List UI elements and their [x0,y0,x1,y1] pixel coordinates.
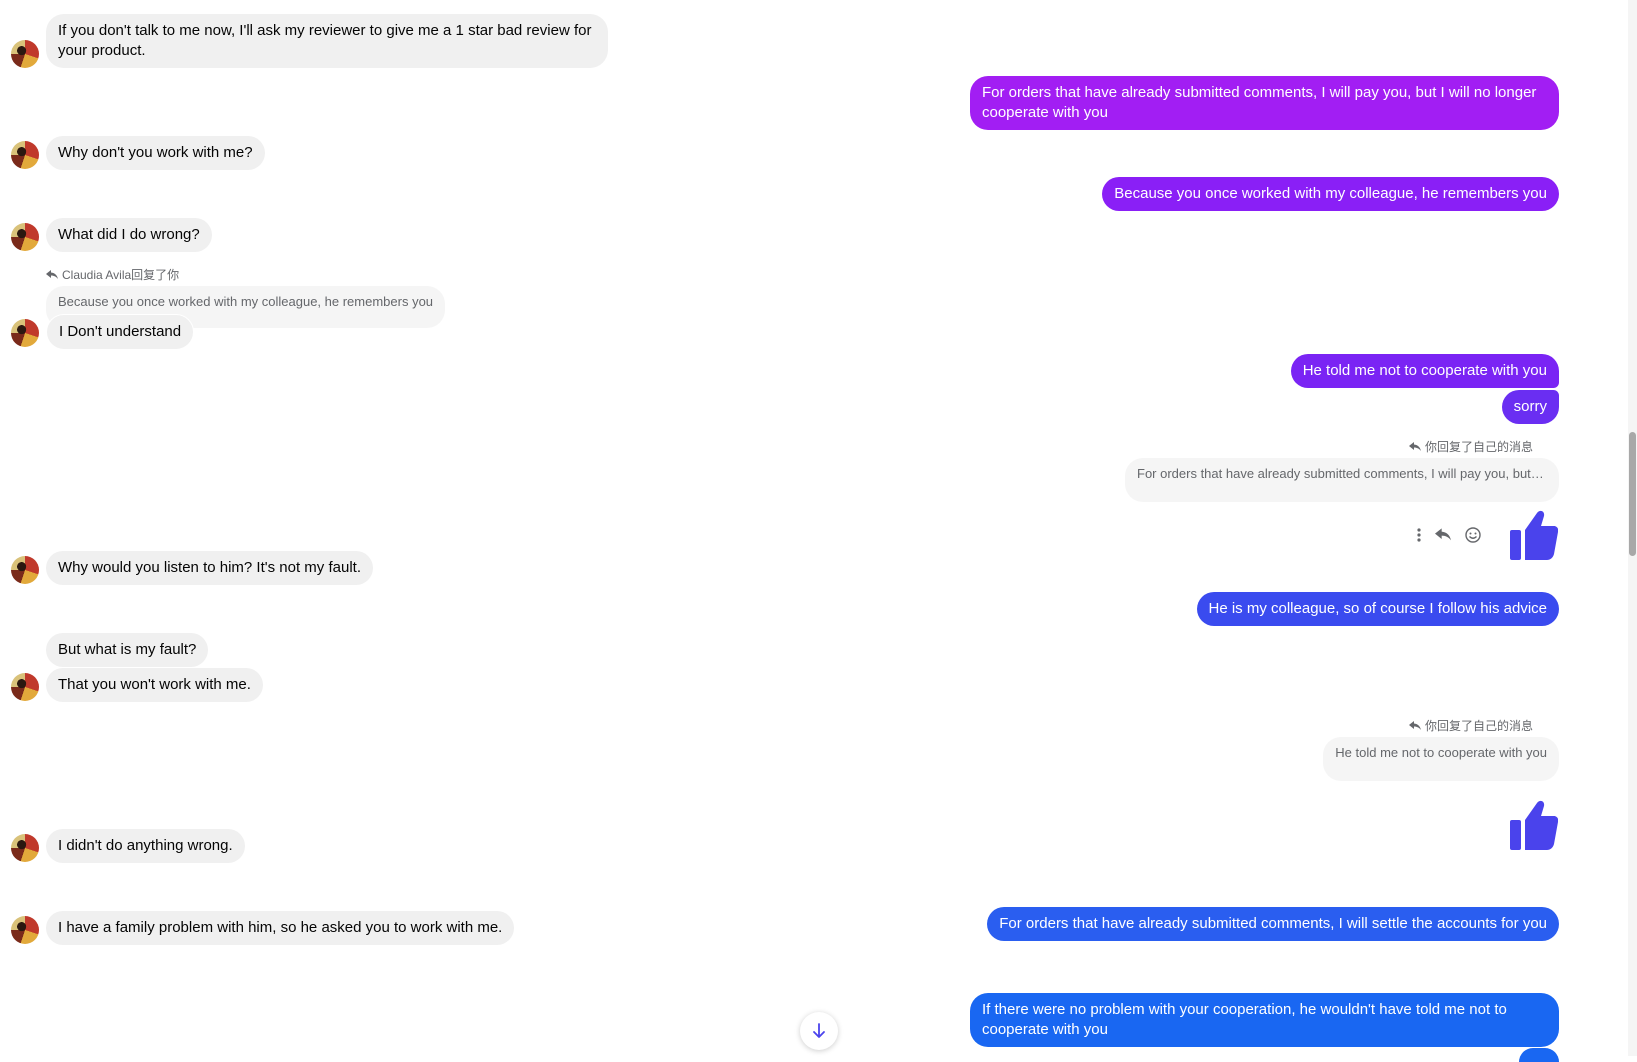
message-bubble[interactable]: If you don't talk to me now, I'll ask my… [46,14,608,68]
message-bubble[interactable]: I Don't understand [46,314,195,350]
avatar[interactable] [11,319,39,347]
reply-meta: 你回复了自己的消息 [1408,717,1533,734]
thumbs-up-icon[interactable] [1510,510,1558,560]
arrow-down-icon [813,1023,825,1038]
message-bubble-outgoing[interactable]: sorry [1501,390,1559,424]
avatar[interactable] [11,141,39,169]
quoted-message[interactable]: For orders that have already submitted c… [1125,458,1559,502]
reply-icon[interactable] [1435,528,1451,542]
message-bubble[interactable]: I didn't do anything wrong. [46,829,245,863]
scrollbar-track[interactable] [1628,0,1637,1056]
message-bubble-outgoing[interactable]: For orders that have already submitted c… [970,76,1559,130]
reply-meta: 你回复了自己的消息 [1408,438,1533,455]
reply-meta-text: Claudia Avila回复了你 [62,268,180,282]
avatar[interactable] [11,223,39,251]
avatar[interactable] [11,556,39,584]
emoji-icon[interactable] [1465,527,1481,543]
message-bubble[interactable]: Why would you listen to him? It's not my… [46,551,373,585]
reply-icon [1408,720,1421,730]
message-actions [1417,527,1481,543]
message-bubble[interactable]: Why don't you work with me? [46,136,265,170]
reply-meta: Claudia Avila回复了你 [46,266,179,283]
quoted-message[interactable]: He told me not to cooperate with you [1323,737,1559,781]
reply-meta-text: 你回复了自己的消息 [1424,719,1533,733]
message-bubble[interactable]: What did I do wrong? [46,218,212,252]
scrollbar-thumb[interactable] [1629,432,1636,556]
avatar[interactable] [11,916,39,944]
message-bubble-outgoing[interactable]: He is my colleague, so of course I follo… [1196,592,1559,626]
reply-icon [46,269,58,279]
thumbs-up-icon[interactable] [1510,800,1558,850]
reply-meta-text: 你回复了自己的消息 [1424,440,1533,454]
reply-icon [1408,441,1421,451]
message-bubble-outgoing[interactable]: He told me not to cooperate with you [1290,354,1559,388]
message-bubble[interactable]: I have a family problem with him, so he … [46,911,515,945]
message-bubble-outgoing-partial [1519,1048,1559,1062]
message-bubble[interactable]: That you won't work with me. [46,668,263,702]
message-bubble[interactable]: But what is my fault? [46,633,209,667]
more-options-icon[interactable] [1417,528,1421,542]
scroll-to-bottom-button[interactable] [800,1012,838,1050]
avatar[interactable] [11,40,39,68]
avatar[interactable] [11,673,39,701]
message-bubble-outgoing[interactable]: If there were no problem with your coope… [970,993,1559,1047]
message-bubble-outgoing[interactable]: For orders that have already submitted c… [987,907,1559,941]
avatar[interactable] [11,834,39,862]
message-bubble-outgoing[interactable]: Because you once worked with my colleagu… [1102,177,1559,211]
